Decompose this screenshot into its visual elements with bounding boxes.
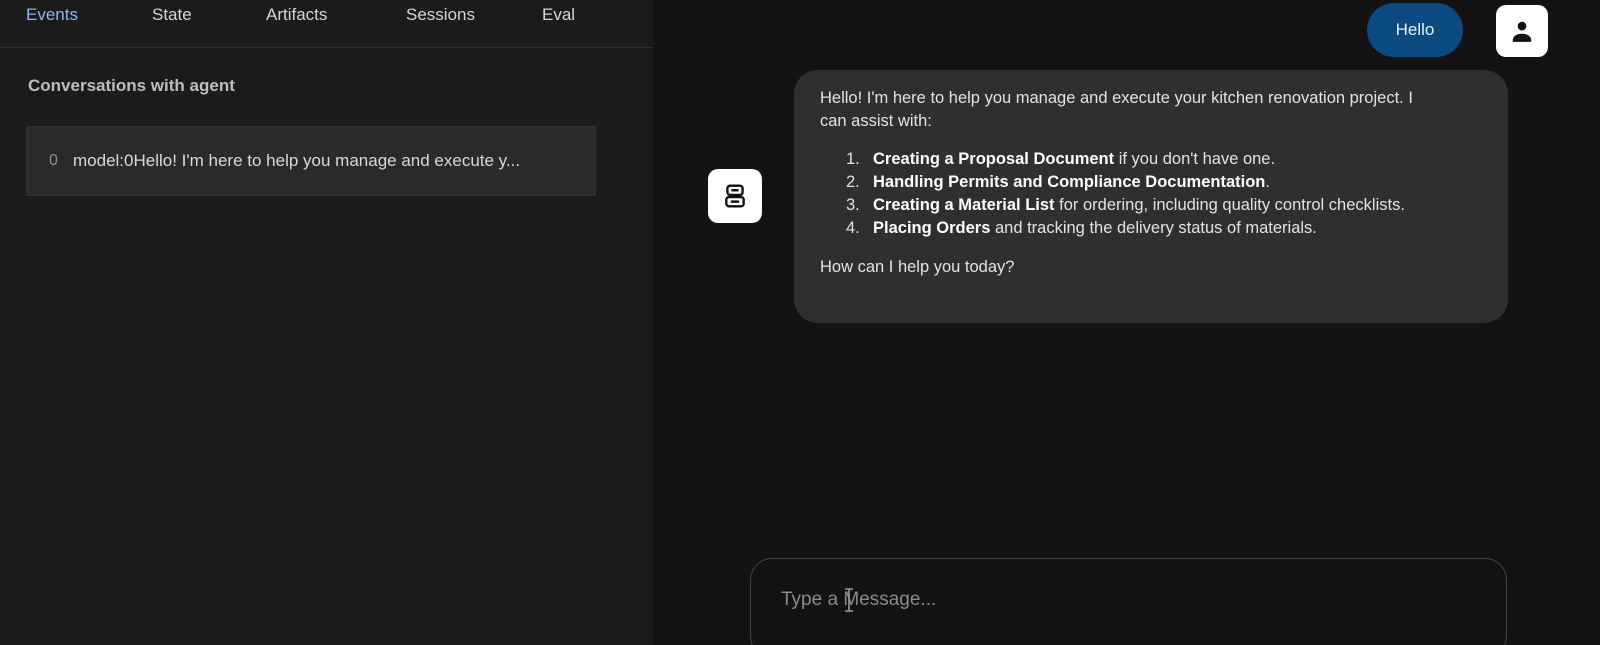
list-item: 4. Placing Orders and tracking the deliv… [846,217,1406,240]
tab-eval[interactable]: Eval [542,6,575,36]
side-panel: Events State Artifacts Sessions Eval Con… [0,0,653,645]
bot-message-intro: Hello! I'm here to help you manage and e… [820,89,1413,130]
list-item-text: . [1265,173,1270,191]
tab-state[interactable]: State [152,6,192,36]
person-icon [1512,21,1532,42]
bot-message-bubble: Hello! I'm here to help you manage and e… [794,70,1508,323]
capability-list: 1. Creating a Proposal Document if you d… [846,148,1482,240]
list-item-text: for ordering, including quality control … [1054,196,1405,214]
bot-avatar [708,169,762,223]
bot-message-outro: How can I help you today? [820,258,1015,276]
robot-icon [725,184,745,208]
event-text: model:0Hello! I'm here to help you manag… [73,151,521,170]
tab-sessions[interactable]: Sessions [406,6,475,36]
tab-artifacts[interactable]: Artifacts [266,6,327,36]
list-item-number: 3. [846,196,860,214]
list-item-text: and tracking the delivery status of mate… [990,219,1317,237]
list-item: 1. Creating a Proposal Document if you d… [846,148,1406,171]
list-item-number: 4. [846,219,860,237]
tab-bar: Events State Artifacts Sessions Eval [0,0,653,48]
list-item-text: if you don't have one. [1114,150,1276,168]
user-message-bubble: Hello [1367,3,1463,57]
list-item: 3. Creating a Material List for ordering… [846,194,1406,217]
events-section-title: Conversations with agent [28,76,235,95]
event-row[interactable]: 0 model:0Hello! I'm here to help you man… [26,126,596,196]
tab-events[interactable]: Events [26,6,78,36]
list-item-number: 2. [846,173,860,191]
user-avatar [1496,5,1548,57]
event-index: 0 [49,152,58,169]
list-item-title: Creating a Proposal Document [873,150,1115,168]
list-item-number: 1. [846,150,860,168]
message-composer [750,558,1507,645]
list-item-title: Creating a Material List [873,196,1055,214]
list-item: 2. Handling Permits and Compliance Docum… [846,171,1406,194]
list-item-title: Handling Permits and Compliance Document… [873,173,1266,191]
message-input[interactable] [781,585,1461,615]
text-cursor-icon [845,588,853,612]
chat-panel: Hello Hello! I'm here to help you manage… [653,0,1600,645]
app-window: Events State Artifacts Sessions Eval Con… [0,0,1600,645]
list-item-title: Placing Orders [873,219,991,237]
